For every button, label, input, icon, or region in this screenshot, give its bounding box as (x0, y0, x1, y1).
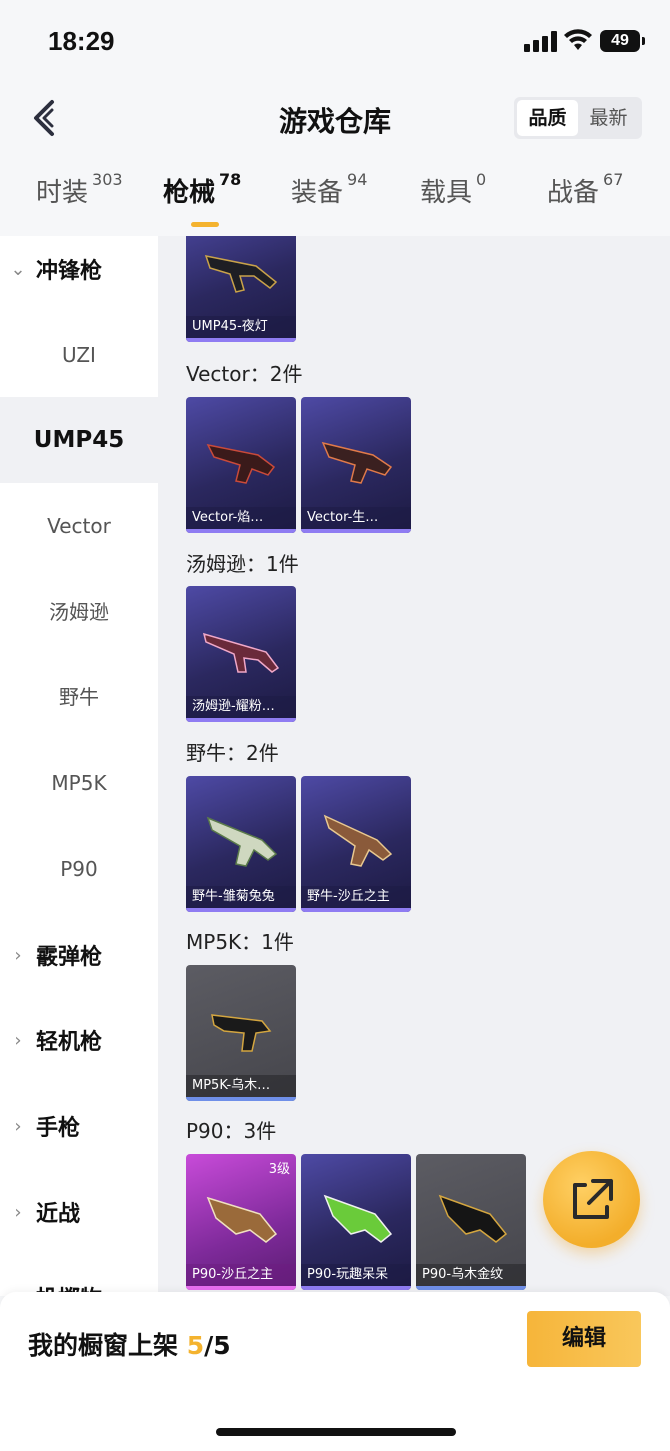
sidebar-cat-lmg[interactable]: › 轻机枪 (0, 997, 158, 1083)
group-header: MP5K：1件 (186, 930, 294, 954)
home-indicator (216, 1428, 456, 1436)
chevron-down-icon: ⌄ (10, 258, 26, 280)
sidebar-item-thompson[interactable]: 汤姆逊 (0, 569, 158, 655)
vector-icon (321, 441, 393, 484)
weapon-card[interactable]: 野牛-雏菊兔兔 (186, 776, 296, 912)
p90-icon (438, 1194, 508, 1243)
weapon-card[interactable]: 汤姆逊-耀粉… (186, 586, 296, 722)
sidebar-cat-shotgun[interactable]: › 霰弹枪 (0, 912, 158, 998)
sidebar-item-bizon[interactable]: 野牛 (0, 654, 158, 740)
showcase-count: 我的橱窗上架 5/5 (28, 1331, 231, 1360)
tab-vehicles[interactable]: 载具 0 (420, 170, 486, 209)
bizon-icon (206, 816, 278, 867)
weapon-grid: UMP45-夜灯 Vector：2件 Vector-焰… Vector-生… 汤… (158, 236, 670, 1296)
group-header: 汤姆逊：1件 (186, 552, 299, 576)
wifi-icon (564, 29, 592, 50)
chevron-right-icon: › (14, 1115, 22, 1137)
thompson-icon (202, 632, 280, 673)
weapon-card[interactable]: 野牛-沙丘之主 (301, 776, 411, 912)
sidebar-item-mp5k[interactable]: MP5K (0, 740, 158, 826)
status-time: 18:29 (48, 26, 115, 56)
weapon-card[interactable]: 3级 P90-沙丘之主 (186, 1154, 296, 1290)
share-button[interactable] (543, 1151, 640, 1248)
p90-icon (206, 1196, 278, 1243)
group-header: Vector：2件 (186, 362, 303, 386)
sort-toggle[interactable]: 品质 最新 (514, 97, 642, 139)
sidebar-item-p90[interactable]: P90 (0, 826, 158, 912)
vector-icon (206, 443, 276, 484)
sidebar-cat-pistol[interactable]: › 手枪 (0, 1083, 158, 1169)
sidebar-cat-melee[interactable]: › 近战 (0, 1169, 158, 1255)
tab-supplies[interactable]: 战备 67 (547, 170, 623, 209)
tab-fashion[interactable]: 时装 303 (36, 170, 123, 209)
chevron-right-icon: › (14, 1029, 22, 1051)
group-header: P90：3件 (186, 1119, 277, 1143)
weapon-category-sidebar: ⌄ 冲锋枪 UZI UMP45 Vector 汤姆逊 野牛 MP5K P90 › 霰… (0, 236, 158, 1296)
sidebar-item-vector[interactable]: Vector (0, 483, 158, 569)
weapon-card[interactable]: Vector-焰… (186, 397, 296, 533)
edit-button[interactable]: 编辑 (527, 1311, 641, 1367)
tab-equipment[interactable]: 装备 94 (291, 170, 367, 209)
sidebar-cat-throwable[interactable]: ›投掷物 (0, 1254, 158, 1297)
sort-quality-option[interactable]: 品质 (517, 100, 578, 136)
category-tabs: 时装 303 枪械 78 装备 94 载具 0 战备 67 (0, 170, 670, 236)
bizon-icon (323, 814, 393, 867)
weapon-card[interactable]: UMP45-夜灯 (186, 236, 296, 342)
weapon-card[interactable]: MP5K-乌木… (186, 965, 296, 1101)
weapon-card[interactable]: P90-玩趣呆呆 (301, 1154, 411, 1290)
mp5k-icon (211, 1014, 272, 1052)
chevron-right-icon: › (14, 944, 22, 966)
share-external-icon (573, 1179, 613, 1219)
weapon-card[interactable]: P90-乌木金纹 (416, 1154, 526, 1290)
cellular-signal-icon (524, 30, 558, 52)
p90-icon (323, 1194, 393, 1243)
smg-icon (204, 255, 278, 293)
battery-icon: 49 (600, 30, 645, 52)
tab-firearms[interactable]: 枪械 78 (163, 170, 241, 227)
status-bar: 18:29 49 (0, 0, 670, 80)
sidebar-item-ump45[interactable]: UMP45 (0, 397, 158, 483)
sidebar-cat-smg[interactable]: ⌄ 冲锋枪 (0, 236, 158, 312)
weapon-card[interactable]: Vector-生… (301, 397, 411, 533)
chevron-right-icon: › (14, 1201, 22, 1223)
group-header: 野牛：2件 (186, 741, 279, 765)
sidebar-item-uzi[interactable]: UZI (0, 312, 158, 398)
sort-newest-option[interactable]: 最新 (578, 100, 639, 136)
